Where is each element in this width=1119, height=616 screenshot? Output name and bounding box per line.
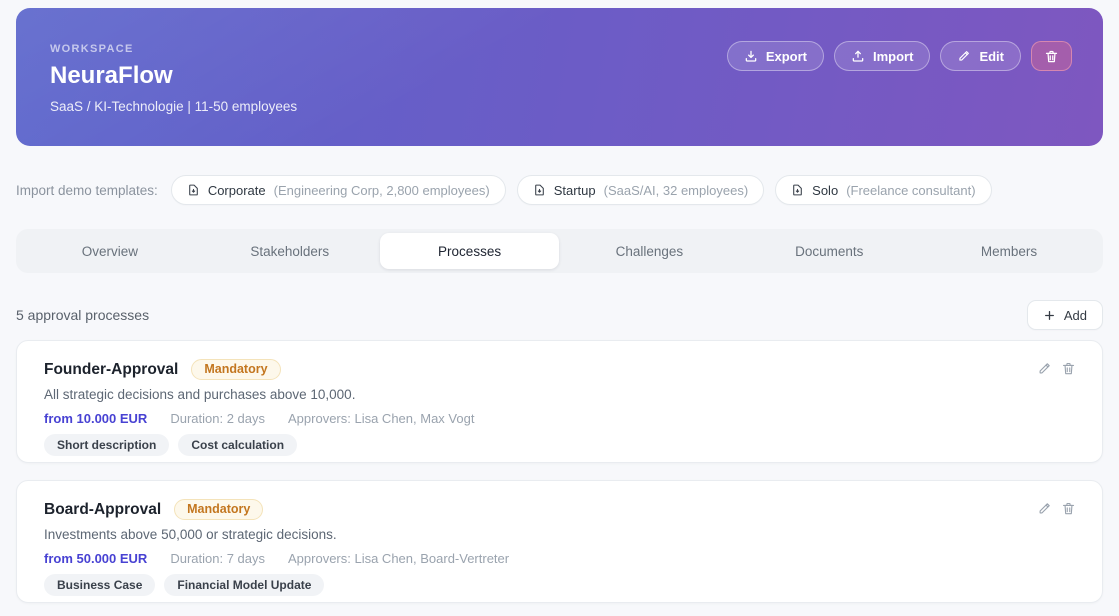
- process-approvers: Approvers: Lisa Chen, Board-Vertreter: [288, 551, 509, 566]
- process-tag: Short description: [44, 434, 169, 456]
- pencil-icon: [1037, 361, 1052, 376]
- process-count-label: 5 approval processes: [16, 307, 149, 323]
- process-tag: Financial Model Update: [164, 574, 324, 596]
- workspace-title: NeuraFlow: [50, 62, 297, 90]
- process-meta-row: from 50.000 EUR Duration: 7 days Approve…: [44, 551, 1075, 566]
- tab-stakeholders[interactable]: Stakeholders: [200, 233, 380, 269]
- export-button-label: Export: [766, 49, 807, 64]
- tab-bar: Overview Stakeholders Processes Challeng…: [16, 229, 1103, 273]
- export-button[interactable]: Export: [727, 41, 824, 71]
- workspace-eyebrow: WORKSPACE: [50, 43, 297, 55]
- process-duration: Duration: 7 days: [170, 551, 265, 566]
- delete-workspace-button[interactable]: [1031, 41, 1072, 71]
- process-tag: Business Case: [44, 574, 155, 596]
- edit-process-button[interactable]: [1037, 361, 1052, 376]
- template-name: Startup: [554, 183, 596, 198]
- import-button[interactable]: Import: [834, 41, 930, 71]
- tab-overview[interactable]: Overview: [20, 233, 200, 269]
- demo-templates-row: Import demo templates: Corporate (Engine…: [16, 175, 1103, 205]
- template-name: Corporate: [208, 183, 266, 198]
- workspace-hero-info: WORKSPACE NeuraFlow SaaS / KI-Technologi…: [50, 8, 297, 146]
- tab-members[interactable]: Members: [919, 233, 1099, 269]
- tab-processes[interactable]: Processes: [380, 233, 560, 269]
- pencil-icon: [957, 49, 971, 63]
- process-duration: Duration: 2 days: [170, 411, 265, 426]
- delete-process-button[interactable]: [1061, 361, 1076, 376]
- card-actions: [1037, 361, 1076, 376]
- process-tags: Short description Cost calculation: [44, 434, 1075, 456]
- process-tag: Cost calculation: [178, 434, 297, 456]
- mandatory-badge: Mandatory: [191, 359, 280, 380]
- tab-challenges[interactable]: Challenges: [559, 233, 739, 269]
- workspace-subtitle: SaaS / KI-Technologie | 11-50 employees: [50, 99, 297, 114]
- file-import-icon: [791, 183, 804, 197]
- process-approvers: Approvers: Lisa Chen, Max Vogt: [288, 411, 474, 426]
- template-corporate-button[interactable]: Corporate (Engineering Corp, 2,800 emplo…: [171, 175, 506, 205]
- process-description: Investments above 50,000 or strategic de…: [44, 527, 1075, 542]
- pencil-icon: [1037, 501, 1052, 516]
- file-import-icon: [533, 183, 546, 197]
- trash-icon: [1044, 49, 1059, 64]
- template-detail: (Freelance consultant): [846, 183, 975, 198]
- plus-icon: [1043, 309, 1056, 322]
- download-icon: [744, 49, 758, 63]
- import-button-label: Import: [873, 49, 913, 64]
- workspace-page: WORKSPACE NeuraFlow SaaS / KI-Technologi…: [0, 0, 1119, 616]
- delete-process-button[interactable]: [1061, 501, 1076, 516]
- process-card-list: Founder-Approval Mandatory All strategic…: [16, 340, 1103, 616]
- template-detail: (SaaS/AI, 32 employees): [604, 183, 749, 198]
- process-title: Board-Approval: [44, 501, 161, 519]
- process-tags: Business Case Financial Model Update: [44, 574, 1075, 596]
- mandatory-badge: Mandatory: [174, 499, 263, 520]
- template-name: Solo: [812, 183, 838, 198]
- process-meta-row: from 10.000 EUR Duration: 2 days Approve…: [44, 411, 1075, 426]
- template-solo-button[interactable]: Solo (Freelance consultant): [775, 175, 991, 205]
- trash-icon: [1061, 501, 1076, 516]
- edit-workspace-button[interactable]: Edit: [940, 41, 1021, 71]
- process-card-founder-approval: Founder-Approval Mandatory All strategic…: [16, 340, 1103, 463]
- processes-section-header: 5 approval processes Add: [16, 300, 1103, 330]
- workspace-hero: WORKSPACE NeuraFlow SaaS / KI-Technologi…: [16, 8, 1103, 146]
- tab-documents[interactable]: Documents: [739, 233, 919, 269]
- upload-icon: [851, 49, 865, 63]
- process-title: Founder-Approval: [44, 361, 178, 379]
- process-card-board-approval: Board-Approval Mandatory Investments abo…: [16, 480, 1103, 603]
- trash-icon: [1061, 361, 1076, 376]
- card-actions: [1037, 501, 1076, 516]
- edit-button-label: Edit: [979, 49, 1004, 64]
- add-button-label: Add: [1064, 308, 1087, 323]
- add-process-button[interactable]: Add: [1027, 300, 1103, 330]
- template-detail: (Engineering Corp, 2,800 employees): [274, 183, 490, 198]
- workspace-actions: Export Import Edit: [727, 8, 1072, 146]
- process-amount: from 50.000 EUR: [44, 551, 147, 566]
- file-import-icon: [187, 183, 200, 197]
- card-title-row: Founder-Approval Mandatory: [44, 359, 1075, 380]
- template-startup-button[interactable]: Startup (SaaS/AI, 32 employees): [517, 175, 764, 205]
- demo-templates-label: Import demo templates:: [16, 183, 158, 198]
- process-description: All strategic decisions and purchases ab…: [44, 387, 1075, 402]
- process-amount: from 10.000 EUR: [44, 411, 147, 426]
- card-title-row: Board-Approval Mandatory: [44, 499, 1075, 520]
- edit-process-button[interactable]: [1037, 501, 1052, 516]
